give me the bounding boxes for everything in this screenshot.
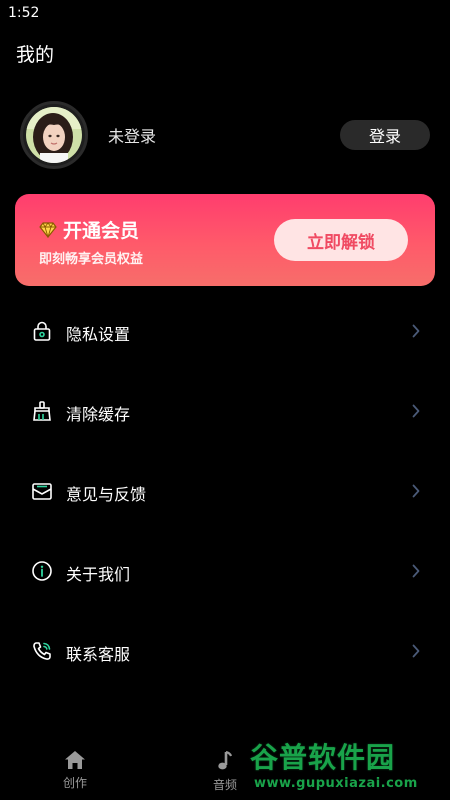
chevron-right-icon xyxy=(412,324,420,338)
music-note-icon xyxy=(218,750,233,770)
profile-screen: 1:52 我的 未登录 登录 开通会员 即刻畅享会员权益 立即解锁 隐私设置 清… xyxy=(0,0,450,800)
profile-section: 未登录 登录 xyxy=(20,101,432,169)
mail-icon xyxy=(32,483,52,500)
tab-label: 创作 xyxy=(62,776,87,790)
home-icon xyxy=(65,751,85,769)
phone-icon xyxy=(33,642,51,660)
menu-item-contact-support[interactable]: 联系客服 xyxy=(0,612,450,692)
menu-label: 联系客服 xyxy=(66,645,131,664)
watermark: 谷普软件园 www.gupuxiazai.com xyxy=(250,736,448,798)
status-time: 1:52 xyxy=(8,5,40,21)
menu-item-about[interactable]: 关于我们 xyxy=(0,532,450,612)
login-button[interactable]: 登录 xyxy=(340,120,430,150)
menu-label: 关于我们 xyxy=(66,565,131,584)
vip-subtitle: 即刻畅享会员权益 xyxy=(39,252,144,267)
avatar-image xyxy=(26,107,82,163)
status-bar: 1:52 xyxy=(0,0,450,26)
tab-audio[interactable]: 音频 xyxy=(195,750,255,800)
info-icon xyxy=(32,561,52,581)
menu-item-feedback[interactable]: 意见与反馈 xyxy=(0,452,450,532)
diamond-icon xyxy=(39,221,57,238)
chevron-right-icon xyxy=(412,404,420,418)
vip-title: 开通会员 xyxy=(63,220,140,242)
chevron-right-icon xyxy=(412,644,420,658)
vip-title-row: 开通会员 xyxy=(39,216,139,243)
broom-icon xyxy=(33,401,51,421)
menu-item-privacy[interactable]: 隐私设置 xyxy=(0,292,450,372)
watermark-title: 谷普软件园 xyxy=(250,741,396,774)
watermark-url: www.gupuxiazai.com xyxy=(254,776,418,791)
menu-label: 清除缓存 xyxy=(66,405,131,424)
unlock-button[interactable]: 立即解锁 xyxy=(274,219,408,261)
menu-item-clear-cache[interactable]: 清除缓存 xyxy=(0,372,450,452)
menu-label: 隐私设置 xyxy=(66,325,131,344)
avatar[interactable] xyxy=(20,101,88,169)
lock-icon xyxy=(33,321,51,341)
tab-create[interactable]: 创作 xyxy=(45,750,105,800)
username-label: 未登录 xyxy=(108,127,157,146)
settings-menu: 隐私设置 清除缓存 意见与反馈 关于我们 联系客服 xyxy=(0,292,450,692)
chevron-right-icon xyxy=(412,564,420,578)
chevron-right-icon xyxy=(412,484,420,498)
page-title: 我的 xyxy=(16,44,55,66)
tab-label: 音频 xyxy=(212,778,237,792)
menu-label: 意见与反馈 xyxy=(66,485,147,504)
vip-banner[interactable]: 开通会员 即刻畅享会员权益 立即解锁 xyxy=(15,194,435,286)
